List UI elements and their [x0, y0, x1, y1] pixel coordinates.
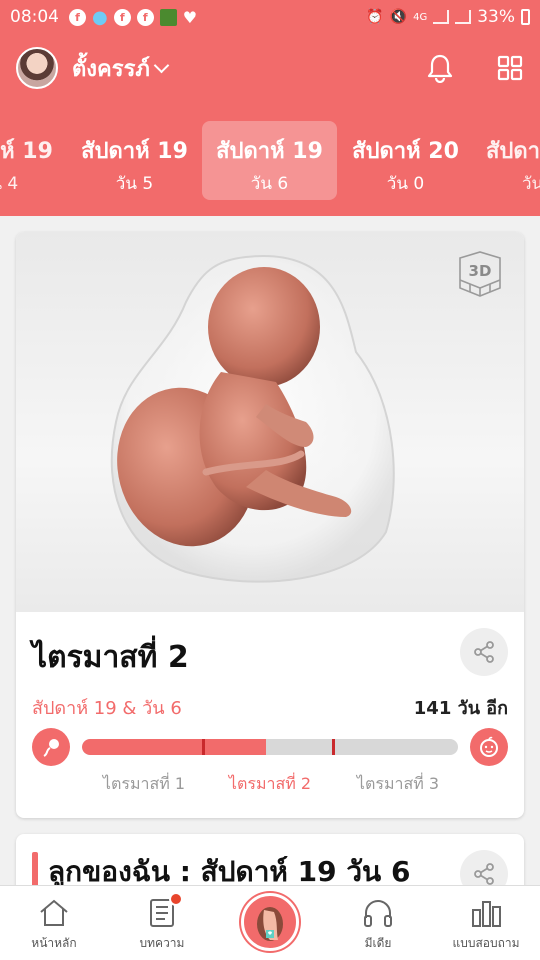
network-type: 4G [413, 11, 428, 23]
trimester-1-label: ไตรมาสที่ 1 [102, 774, 186, 793]
status-time: 08:04 [10, 7, 59, 27]
facebook-icon: f [69, 8, 86, 26]
signal-icon [433, 10, 450, 24]
nav-survey-label: แบบสอบถาม [452, 936, 520, 950]
signal-icon [455, 10, 472, 24]
week-tab-week: สัปดาห์ 19 [0, 139, 53, 164]
battery-icon [521, 9, 530, 25]
trimester-2-label: ไตรมาสที่ 2 [228, 774, 312, 793]
week-tab-day: วัน 4 [0, 174, 19, 194]
nav-media[interactable]: มีเดีย [324, 886, 432, 960]
share-icon [474, 641, 494, 663]
week-tab-day: วัน 5 [115, 174, 154, 194]
share-icon [474, 863, 494, 885]
pregnancy-center-button[interactable] [241, 893, 299, 951]
battery-percent: 33% [477, 7, 515, 27]
system-icons: ⏰ 🔇 4G 33% [366, 7, 530, 27]
bar-chart-icon [469, 896, 503, 930]
3d-badge-text: 3D [469, 262, 492, 280]
week-tab[interactable]: สัปดาห์ 19 วัน 4 [0, 121, 67, 200]
notification-icons: f ● f f ♥ [69, 7, 197, 28]
week-day-label: สัปดาห์ 19 & วัน 6 [32, 698, 182, 719]
nav-survey[interactable]: แบบสอบถาม [432, 886, 540, 960]
footprint-icon: ● [92, 6, 108, 28]
bell-icon[interactable] [426, 54, 454, 83]
chevron-down-icon[interactable] [153, 57, 170, 73]
alarm-icon: ⏰ [366, 9, 384, 25]
nav-media-label: มีเดีย [364, 936, 392, 950]
article-icon [145, 892, 183, 930]
fetus-illustration [110, 254, 395, 583]
week-tab-day: วัน 1 [522, 174, 540, 194]
week-selector[interactable]: สัปดาห์ 19 วัน 4 สัปดาห์ 19 วัน 5 สัปดาห… [0, 102, 540, 216]
week-tab-week: สัปดาห์ 19 [81, 139, 188, 164]
nav-home[interactable]: หน้าหลัก [0, 886, 108, 960]
share-button[interactable] [460, 628, 508, 676]
app-header: ตั้งครรภ์ [0, 34, 540, 102]
trimester-title: ไตรมาสที่ 2 [32, 640, 189, 675]
week-tab-active[interactable]: สัปดาห์ 19 วัน 6 [202, 121, 337, 200]
nav-articles[interactable]: บทความ [108, 886, 216, 960]
pregnancy-progress-bar [82, 739, 458, 755]
facebook-icon: f [113, 8, 131, 26]
pregnant-woman-icon [257, 907, 283, 941]
3d-view-icon[interactable]: 3D [454, 248, 506, 300]
trimester-divider [332, 739, 335, 755]
trimester-divider [202, 739, 205, 755]
week-tab-week: สัปดาห์ 20 [352, 139, 459, 164]
days-left-label: 141 วัน อีก [413, 698, 508, 719]
accent-bar [32, 852, 38, 888]
notification-dot [169, 892, 183, 906]
week-tab[interactable]: สัปดาห์ 20 วัน 1 [474, 121, 540, 200]
sperm-icon [32, 728, 70, 766]
trimester-card: 3D ไตรมาสที่ 2 สัปดาห์ 19 & วัน 6 141 วั… [16, 232, 524, 818]
week-tab-day: วัน 0 [386, 174, 425, 194]
week-tab-week: สัปดาห์ 19 [216, 139, 323, 164]
grid-menu-icon[interactable] [496, 54, 524, 82]
baby-face-icon [470, 728, 508, 766]
headphones-icon [361, 896, 395, 930]
nav-articles-label: บทความ [139, 936, 185, 950]
heart-icon: ♥ [182, 7, 198, 27]
week-tab-week: สัปดาห์ 20 [486, 139, 540, 164]
avatar[interactable] [16, 47, 58, 89]
trimester-3-label: ไตรมาสที่ 3 [356, 774, 440, 793]
progress-fill [82, 739, 267, 755]
week-tab[interactable]: สัปดาห์ 19 วัน 5 [67, 121, 202, 200]
fetus-3d-image[interactable]: 3D [16, 232, 524, 612]
facebook-icon: f [136, 8, 154, 26]
nav-home-label: หน้าหลัก [31, 936, 77, 950]
week-tab-day: วัน 6 [250, 174, 289, 194]
status-bar: 08:04 f ● f f ♥ ⏰ 🔇 4G 33% [0, 0, 540, 34]
app-icon [159, 8, 177, 26]
home-icon [37, 896, 71, 930]
week-tab[interactable]: สัปดาห์ 20 วัน 0 [338, 121, 473, 200]
mute-icon: 🔇 [389, 9, 408, 25]
profile-name[interactable]: ตั้งครรภ์ [72, 51, 150, 86]
